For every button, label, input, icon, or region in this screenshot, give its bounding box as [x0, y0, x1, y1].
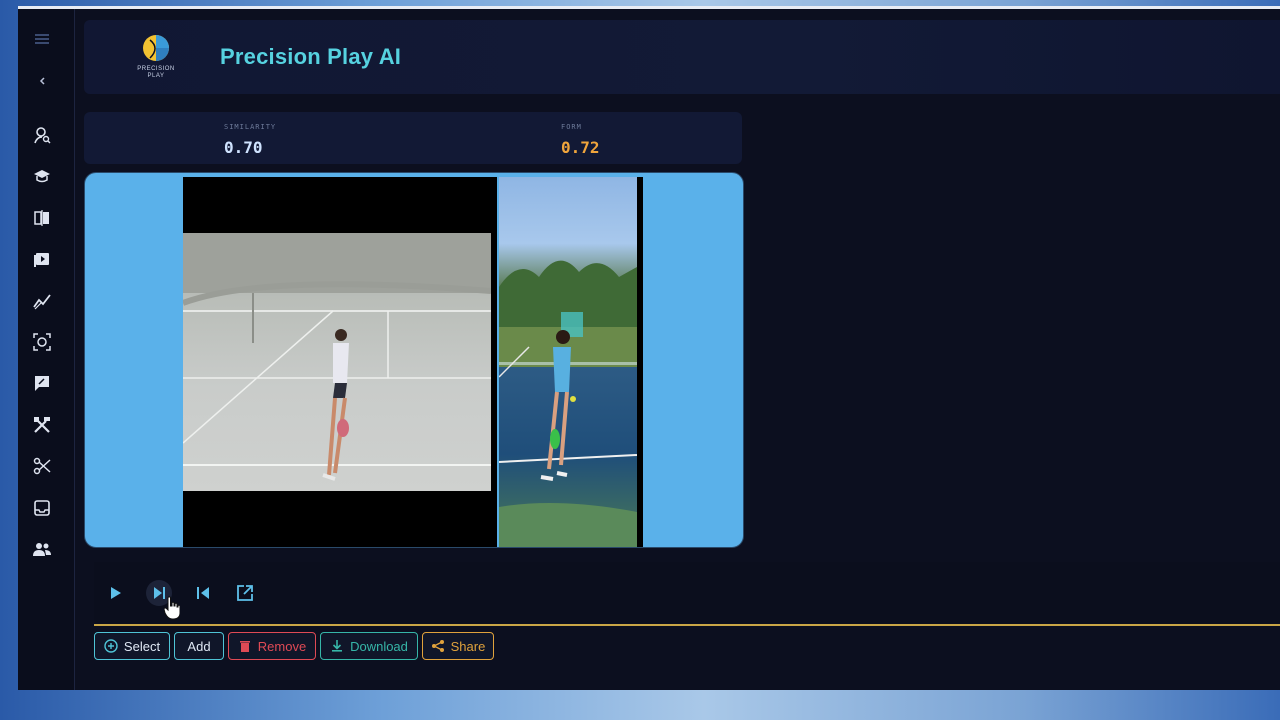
users-icon[interactable]: [30, 537, 54, 561]
brand-logo: PRECISION PLAY: [134, 32, 178, 82]
window-top-edge: [18, 6, 1280, 9]
form-label: FORM: [561, 123, 582, 131]
external-link-icon: [237, 585, 253, 601]
download-label: Download: [350, 638, 408, 654]
sidebar: [18, 9, 75, 690]
student-court-image: [499, 177, 637, 547]
share-button[interactable]: Share: [422, 632, 494, 660]
collapse-arrow-icon[interactable]: [30, 69, 54, 93]
download-button[interactable]: Download: [320, 632, 418, 660]
trash-icon: [239, 641, 250, 652]
add-label: Add: [187, 638, 211, 654]
tools-icon[interactable]: [30, 413, 54, 437]
select-label: Select: [123, 638, 161, 654]
inbox-icon[interactable]: [30, 496, 54, 520]
logo-wordmark: PRECISION PLAY: [137, 66, 175, 79]
form-value: 0.72: [561, 138, 600, 157]
share-icon: [431, 640, 444, 652]
play-button[interactable]: [102, 580, 128, 606]
similarity-label: SIMILARITY: [224, 123, 277, 131]
similarity-value: 0.70: [224, 138, 263, 157]
app-window: PRECISION PLAY Precision Play AI SIMILAR…: [18, 6, 1280, 690]
ai-detect-icon[interactable]: [30, 330, 54, 354]
app-title: Precision Play AI: [220, 44, 402, 69]
share-label: Share: [450, 638, 486, 654]
remove-button[interactable]: Remove: [228, 632, 316, 660]
open-external-button[interactable]: [232, 580, 258, 606]
analytics-icon[interactable]: [30, 289, 54, 313]
video-comparison-panel[interactable]: [84, 172, 744, 548]
skip-back-icon: [197, 587, 209, 599]
reference-video[interactable]: [183, 177, 497, 547]
app-header: PRECISION PLAY Precision Play AI: [84, 20, 1280, 94]
remove-label: Remove: [257, 638, 307, 654]
play-icon: [111, 587, 121, 599]
student-video[interactable]: [499, 177, 643, 547]
reference-court-image: [183, 233, 491, 491]
mouse-pointer-icon: [164, 596, 180, 620]
menu-icon[interactable]: [30, 27, 54, 51]
select-button[interactable]: Select: [94, 632, 170, 660]
scissors-icon[interactable]: [30, 454, 54, 478]
prev-frame-button[interactable]: [190, 580, 216, 606]
graduation-cap-icon[interactable]: [30, 164, 54, 188]
playback-controls: [94, 562, 1280, 626]
feedback-icon[interactable]: [30, 371, 54, 395]
metrics-panel: SIMILARITY 0.70 FORM 0.72: [84, 112, 742, 164]
compare-icon[interactable]: [30, 206, 54, 230]
add-button[interactable]: Add: [174, 632, 224, 660]
video-library-icon[interactable]: [30, 247, 54, 271]
download-icon: [332, 640, 343, 652]
user-search-icon[interactable]: [30, 123, 54, 147]
plus-circle-icon: [104, 639, 118, 653]
